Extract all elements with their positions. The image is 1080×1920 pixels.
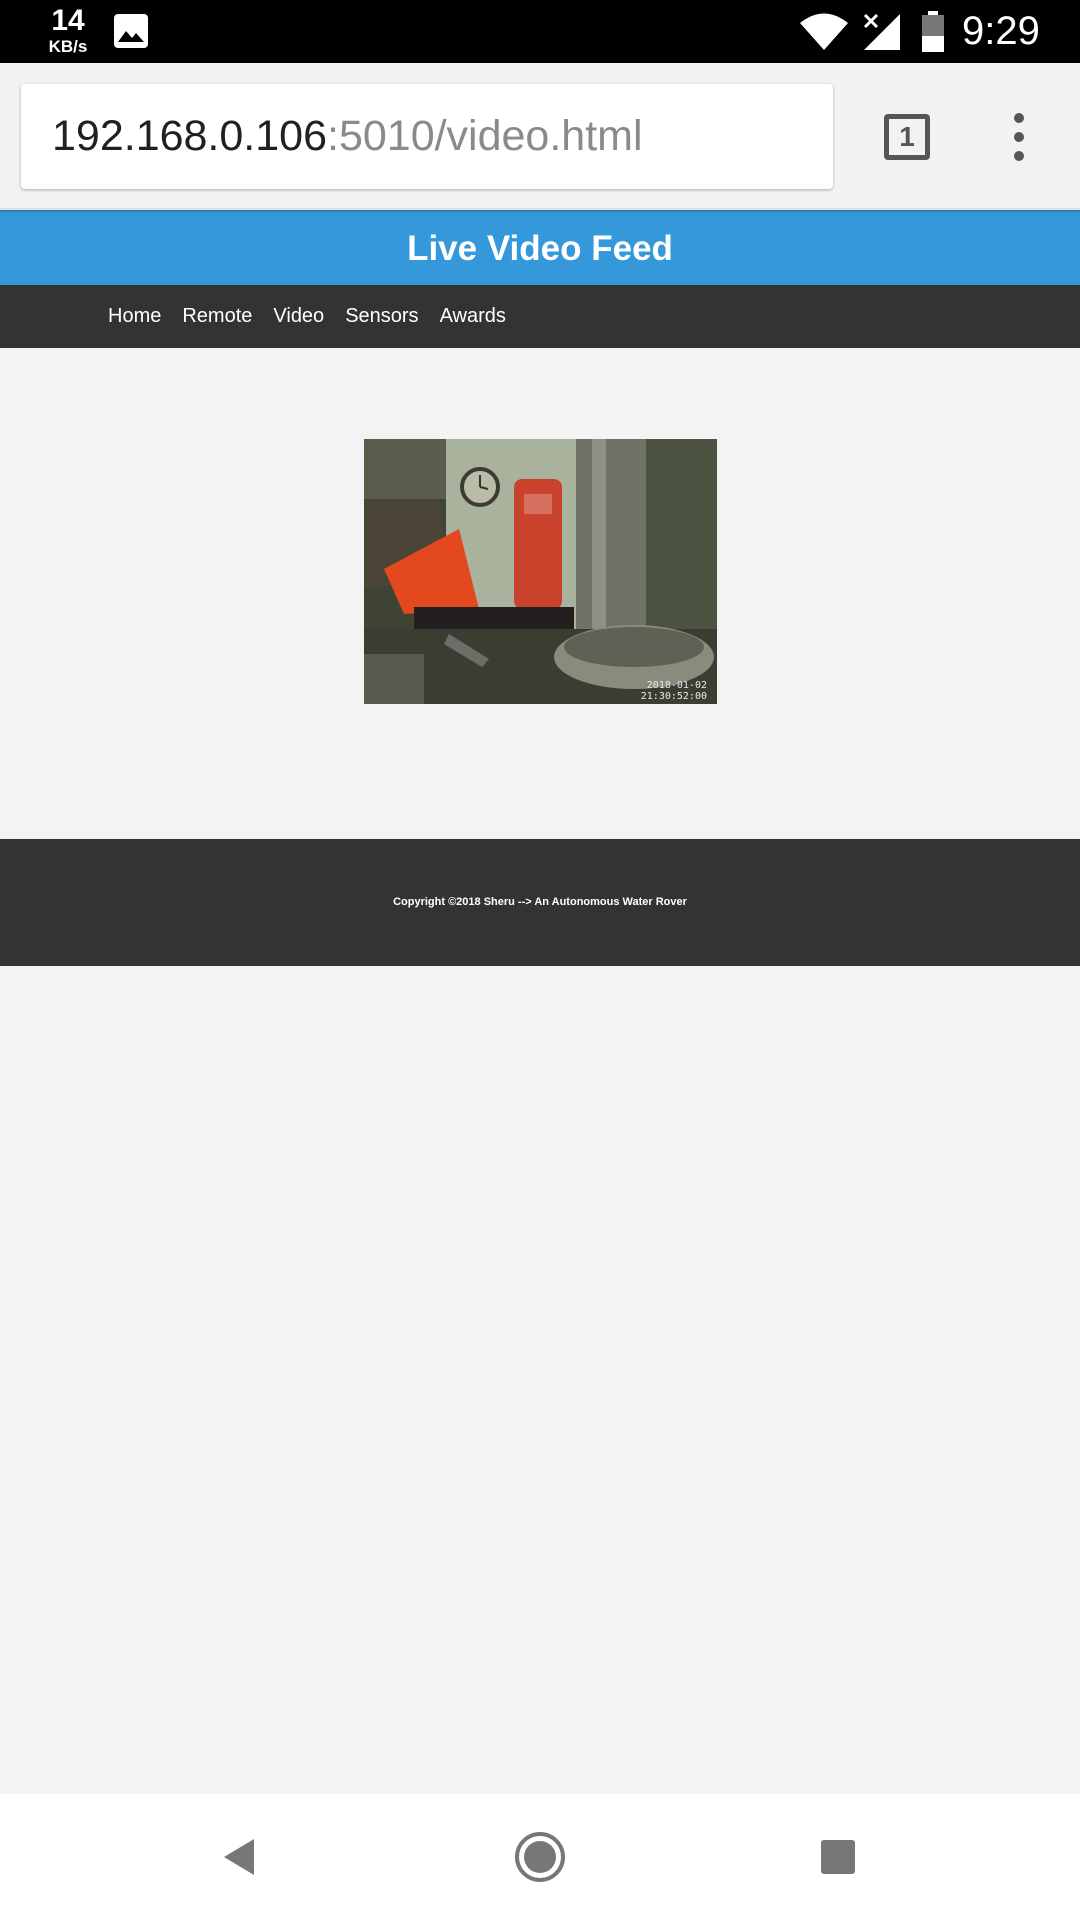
page-header: Live Video Feed: [0, 210, 1080, 285]
network-speed-unit: KB/s: [48, 37, 88, 56]
nav-link-home[interactable]: Home: [108, 305, 161, 328]
nav-link-remote[interactable]: Remote: [182, 305, 252, 328]
page-footer: Copyright ©2018 Sheru --> An Autonomous …: [0, 839, 1080, 966]
url-text[interactable]: 192.168.0.106:5010/video.html: [52, 112, 643, 161]
image-notification-icon: [114, 14, 148, 48]
battery-icon: [922, 11, 944, 52]
network-speed: 14 KB/s: [44, 4, 92, 56]
browser-toolbar: 192.168.0.106:5010/video.html 1: [0, 63, 1080, 210]
status-bar: 14 KB/s 9:29: [0, 0, 1080, 63]
camera-timestamp-time: 21:30:52:00: [640, 691, 707, 702]
status-clock: 9:29: [962, 9, 1040, 53]
back-icon[interactable]: [222, 1837, 256, 1877]
url-host: 192.168.0.106: [52, 112, 327, 160]
camera-timestamp-date: 2018-01-02: [646, 680, 707, 691]
site-nav: Home Remote Video Sensors Awards: [0, 285, 1080, 348]
nav-link-awards[interactable]: Awards: [440, 305, 506, 328]
cell-signal-icon: [863, 13, 900, 50]
nav-link-sensors[interactable]: Sensors: [345, 305, 418, 328]
page-title: Live Video Feed: [407, 229, 673, 268]
network-speed-value: 14: [51, 4, 85, 37]
system-nav-bar: [0, 1794, 1080, 1920]
live-video-frame: 2018-01-02 21:30:52:00: [364, 439, 717, 704]
camera-timestamp: 2018-01-02 21:30:52:00: [641, 680, 707, 702]
home-icon[interactable]: [514, 1831, 566, 1883]
nav-link-video[interactable]: Video: [273, 305, 324, 328]
url-path: :5010/video.html: [327, 112, 643, 160]
url-bar[interactable]: 192.168.0.106:5010/video.html: [21, 84, 833, 189]
wifi-icon: [800, 13, 848, 50]
footer-copyright: Copyright ©2018 Sheru --> An Autonomous …: [393, 896, 687, 908]
browser-menu-icon[interactable]: [1007, 113, 1031, 161]
tab-switcher-button[interactable]: 1: [884, 114, 930, 160]
recents-icon[interactable]: [821, 1840, 855, 1874]
